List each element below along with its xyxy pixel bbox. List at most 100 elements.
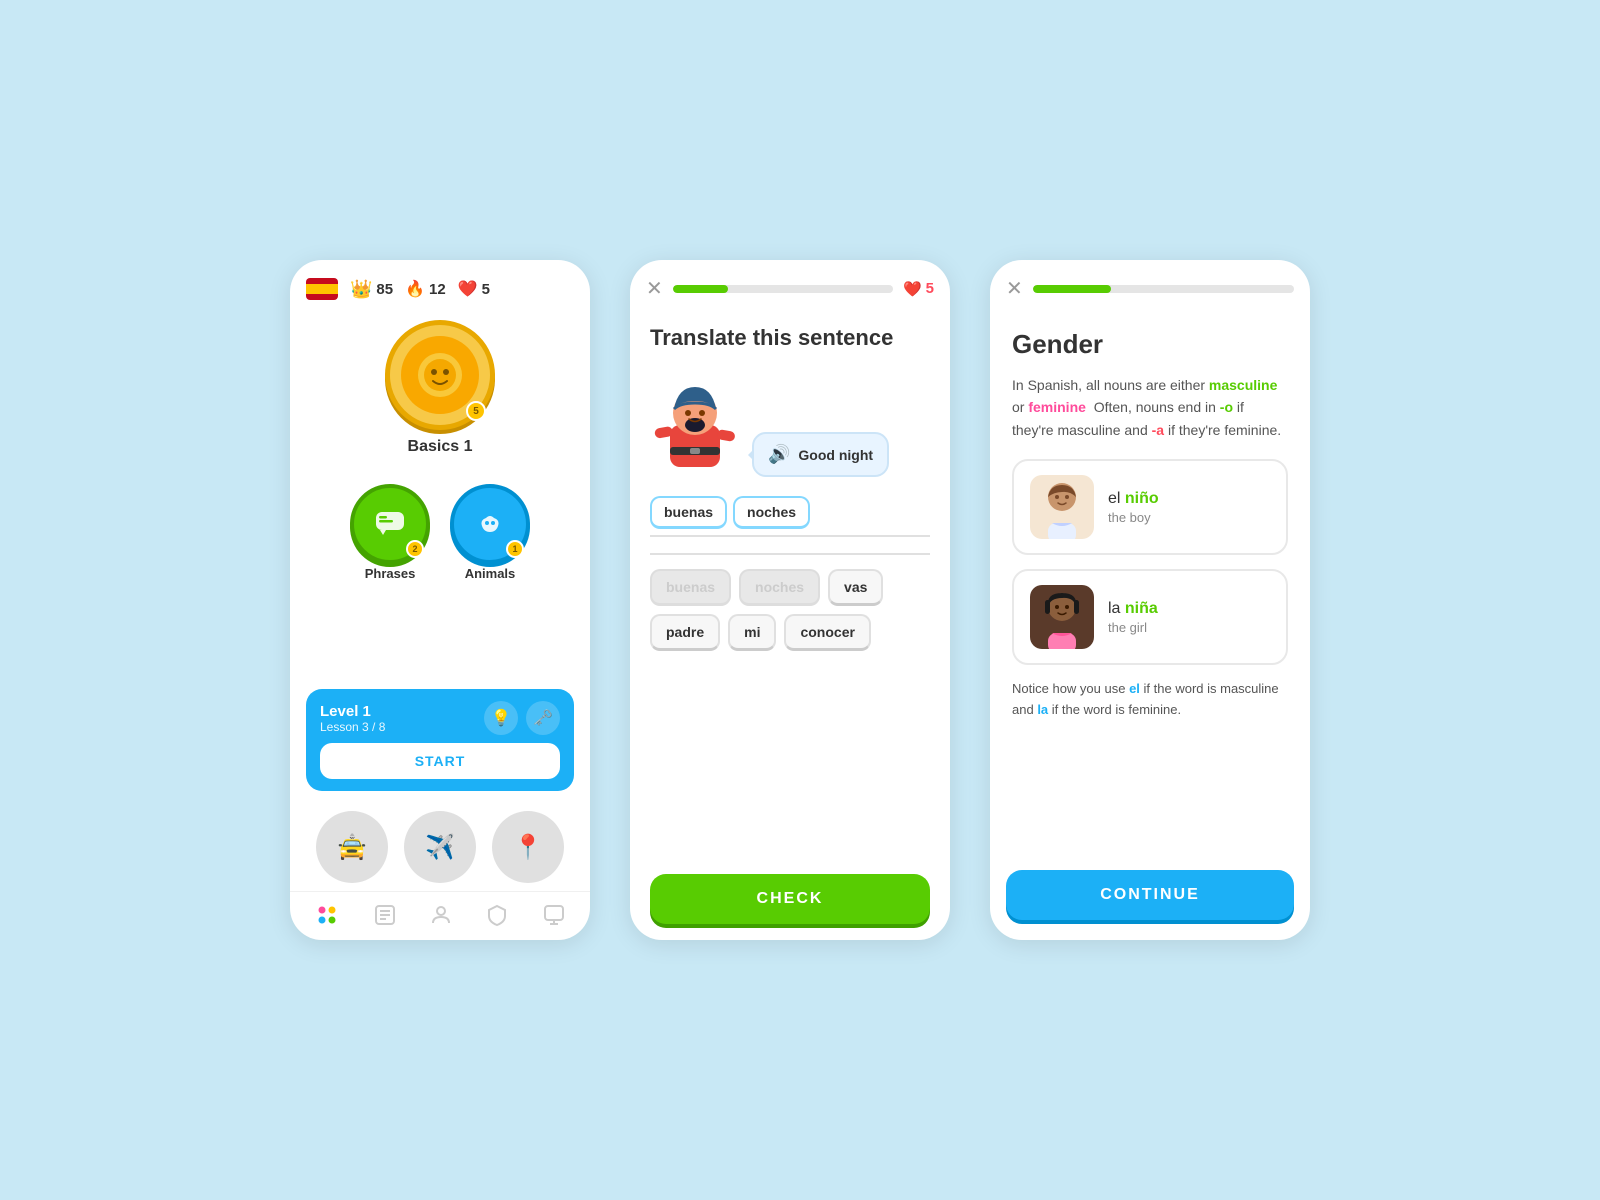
nina-word: niña [1125, 600, 1158, 617]
el-article: el [1108, 490, 1125, 507]
locked-lesson-1: 🚖 [316, 811, 388, 883]
start-button[interactable]: START [320, 743, 560, 779]
nav-lessons[interactable] [373, 903, 397, 927]
la-note: la [1037, 702, 1048, 717]
gender-content: Gender In Spanish, all nouns are either … [990, 309, 1310, 870]
progress-bar-bg-3 [1033, 285, 1294, 293]
locked-lessons: 🚖 ✈️ 📍 [290, 803, 590, 891]
speech-bubble[interactable]: 🔊 Good night [752, 432, 889, 477]
gender-lesson-card: ✕ Gender In Spanish, all nouns are eithe… [990, 260, 1310, 940]
check-button[interactable]: CHECK [650, 874, 930, 924]
animals-circle[interactable]: 1 [450, 484, 530, 564]
girl-translation: the girl [1108, 620, 1158, 635]
nav-social[interactable] [429, 903, 453, 927]
o-ending: -o [1220, 399, 1233, 415]
phrases-circle[interactable]: 2 [350, 484, 430, 564]
nav-home[interactable] [314, 902, 340, 928]
exercise-content: Translate this sentence [630, 309, 950, 940]
word-bank: buenas noches vas padre mi conocer [650, 569, 930, 651]
speaker-icon[interactable]: 🔊 [768, 444, 790, 465]
character-illustration [650, 367, 740, 477]
word-tile-conocer[interactable]: conocer [784, 614, 870, 651]
lesson-row: 2 Phrases 1 Animals [350, 484, 530, 581]
boy-card-text: el niño the boy [1108, 490, 1159, 525]
level-info: Level 1 Lesson 3 / 8 [320, 703, 385, 734]
la-article: la [1108, 600, 1125, 617]
hearts-value: 5 [482, 281, 490, 298]
girl-card: la niña the girl [1012, 569, 1288, 665]
exercise-title: Translate this sentence [650, 325, 930, 351]
gender-top-bar: ✕ [990, 260, 1310, 309]
continue-button[interactable]: CONTINUE [1006, 870, 1294, 920]
girl-card-text: la niña the girl [1108, 600, 1158, 635]
phrases-lesson[interactable]: 2 Phrases [350, 484, 430, 581]
crown-stat: 👑 85 [350, 279, 393, 300]
level-box-header: Level 1 Lesson 3 / 8 💡 🗝️ [320, 701, 560, 735]
lives-count: 5 [926, 280, 934, 297]
fire-icon: 🔥 [405, 279, 425, 299]
close-button-3[interactable]: ✕ [1006, 276, 1023, 301]
nav-profile[interactable] [542, 903, 566, 927]
gender-description: In Spanish, all nouns are either masculi… [1012, 374, 1288, 441]
heart-icon-2: ❤️ [903, 280, 922, 298]
el-note: el [1129, 681, 1140, 696]
gender-note: Notice how you use el if the word is mas… [1012, 679, 1288, 721]
basics-lesson[interactable]: 5 Basics 1 [385, 320, 495, 472]
exercise-top-bar: ✕ ❤️ 5 [630, 260, 950, 309]
animals-lesson[interactable]: 1 Animals [450, 484, 530, 581]
animals-label: Animals [465, 566, 516, 581]
translate-screen-card: ✕ ❤️ 5 Translate this sentence [630, 260, 950, 940]
language-flag[interactable] [306, 278, 338, 300]
bottom-nav [290, 891, 590, 940]
tip-button[interactable]: 💡 [484, 701, 518, 735]
boy-translation: the boy [1108, 510, 1159, 525]
close-button[interactable]: ✕ [646, 276, 663, 301]
boy-word: el niño [1108, 490, 1159, 508]
nino-word: niño [1125, 490, 1159, 507]
locked-lesson-2: ✈️ [404, 811, 476, 883]
basics-icon [401, 336, 479, 414]
answer-word-1[interactable]: buenas [650, 496, 727, 529]
word-tile-vas[interactable]: vas [828, 569, 883, 606]
word-tile-mi[interactable]: mi [728, 614, 776, 651]
boy-card: el niño the boy [1012, 459, 1288, 555]
word-tile-noches[interactable]: noches [739, 569, 820, 606]
level-title: Level 1 [320, 703, 385, 720]
masculine-text: masculine [1209, 377, 1277, 393]
word-tile-buenas[interactable]: buenas [650, 569, 731, 606]
home-header: 👑 85 🔥 12 ❤️ 5 [290, 260, 590, 310]
progress-bar-fill [673, 285, 728, 293]
basics-badge: 5 [466, 401, 486, 421]
fire-stat: 🔥 12 [405, 279, 446, 299]
progress-bar-bg [673, 285, 893, 293]
crown-icon: 👑 [350, 279, 372, 300]
lesson-progress: Lesson 3 / 8 [320, 720, 385, 734]
key-button[interactable]: 🗝️ [526, 701, 560, 735]
nav-shield[interactable] [485, 903, 509, 927]
character-area: 🔊 Good night [650, 367, 930, 477]
girl-word: la niña [1108, 600, 1158, 618]
fire-value: 12 [429, 281, 446, 298]
divider [650, 553, 930, 555]
girl-avatar [1030, 585, 1094, 649]
lessons-area: 5 Basics 1 2 Phrases [290, 310, 590, 689]
feminine-text: feminine [1028, 399, 1086, 415]
level-icons: 💡 🗝️ [484, 701, 560, 735]
basics-circle[interactable]: 5 [385, 320, 495, 430]
heart-icon: ❤️ [458, 279, 478, 299]
level-box: Level 1 Lesson 3 / 8 💡 🗝️ START [306, 689, 574, 791]
word-tile-padre[interactable]: padre [650, 614, 720, 651]
hearts-stat: ❤️ 5 [458, 279, 490, 299]
basics-label: Basics 1 [408, 438, 473, 456]
a-ending: -a [1152, 422, 1164, 438]
answer-word-2[interactable]: noches [733, 496, 810, 529]
gender-title: Gender [1012, 329, 1288, 360]
phrases-badge: 2 [406, 540, 424, 558]
boy-avatar [1030, 475, 1094, 539]
lives-display: ❤️ 5 [903, 280, 934, 298]
answer-area[interactable]: buenas noches [650, 493, 930, 537]
speech-text: Good night [798, 447, 873, 463]
phrases-label: Phrases [365, 566, 416, 581]
crown-value: 85 [376, 281, 393, 298]
locked-lesson-3: 📍 [492, 811, 564, 883]
